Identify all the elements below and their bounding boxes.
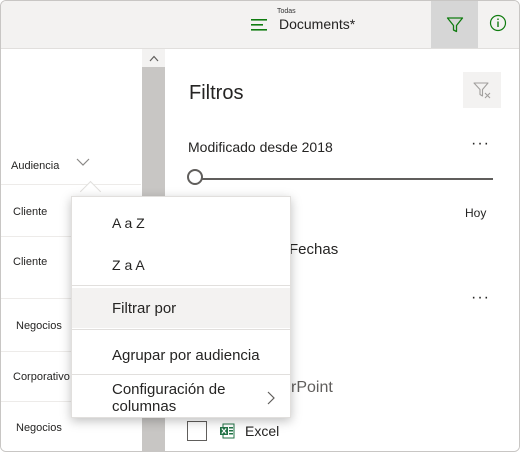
view-small-label: Todas [277,8,296,15]
scroll-up-button[interactable] [142,49,165,67]
more-options-icon[interactable]: ··· [471,289,490,307]
menu-item-label: A a Z [112,215,145,231]
excel-checkbox[interactable] [187,421,207,441]
menu-item-sort-ascending[interactable]: A a Z [72,203,290,243]
menu-divider [72,285,290,286]
info-icon [489,14,507,32]
menu-item-label: Agrupar por audiencia [112,346,260,364]
menu-item-group-by[interactable]: Agrupar por audiencia [72,335,290,375]
excel-label: Excel [245,423,280,439]
menu-divider [72,374,290,375]
filter-icon [446,16,463,32]
view-name: Documents* [279,16,356,32]
row-divider [1,184,141,185]
excel-filter-option[interactable]: Excel [187,421,279,441]
info-button[interactable] [487,12,509,34]
chevron-right-icon [267,391,275,405]
date-slider-thumb[interactable] [187,169,203,185]
chevron-up-icon [149,55,158,61]
menu-item-column-settings[interactable]: Configuración de columnas [72,378,290,418]
excel-icon [220,423,235,439]
file-type-label: rPoint [291,379,333,396]
modified-section-title: Modificado desde 2018 [188,139,333,155]
list-item[interactable]: Cliente [13,256,47,268]
list-item[interactable]: Corporativo [13,371,70,383]
list-item[interactable]: Negocios [16,422,62,434]
date-slider-track[interactable] [193,178,493,180]
clear-filter-icon [473,82,491,99]
slider-end-label: Hoy [465,206,487,220]
chevron-down-icon[interactable] [76,157,90,167]
menu-item-label: Configuración de columnas [112,381,226,415]
filter-pane-button[interactable] [431,1,478,48]
menu-item-filter-by[interactable]: Filtrar por [72,288,290,328]
menu-divider [72,329,290,330]
view-options-icon [251,18,269,32]
menu-item-label: Z a A [112,257,145,273]
column-header-audiencia[interactable]: Audiencia [11,160,59,172]
dates-label[interactable]: Fechas [289,241,338,258]
view-switcher[interactable]: Todas Documents* [251,8,356,39]
list-item[interactable]: Cliente [13,206,47,218]
menu-item-label: Filtrar por [112,299,177,317]
more-options-icon[interactable]: ··· [471,135,490,153]
menu-item-sort-descending[interactable]: Z a A [72,245,290,285]
clear-filters-button[interactable] [463,72,501,108]
pane-title: Filtros [189,82,244,104]
list-item[interactable]: Negocios [16,320,62,332]
command-bar: Todas Documents* [1,1,519,49]
column-context-menu: A a Z Z a A Filtrar por Agrupar por audi… [71,196,291,418]
app-window: Todas Documents* Audiencia Cliente Clien… [0,0,520,452]
